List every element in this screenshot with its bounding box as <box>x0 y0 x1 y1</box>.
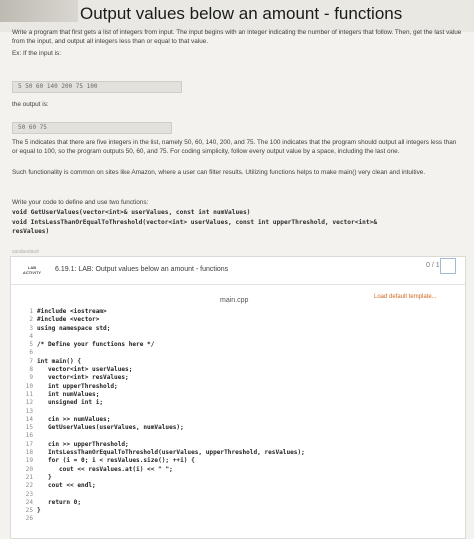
code-line[interactable]: 21 } <box>22 474 462 482</box>
code-text: cin >> numValues; <box>37 415 111 423</box>
code-text: int upperThreshold; <box>37 382 118 390</box>
line-number: 19 <box>25 457 33 465</box>
score-box <box>440 258 456 274</box>
line-number: 15 <box>25 424 33 432</box>
line-number: 3 <box>29 324 33 332</box>
code-line[interactable]: 16 <box>22 432 462 440</box>
code-line[interactable]: 24 return 0; <box>22 499 462 507</box>
code-text: cin >> upperThreshold; <box>37 440 129 448</box>
line-number: 24 <box>25 498 33 506</box>
code-line[interactable]: 7 int main() { <box>22 358 462 366</box>
code-line[interactable]: 20 cout << resValues.at(i) << " "; <box>22 466 462 474</box>
line-number: 26 <box>25 515 33 523</box>
line-number: 17 <box>25 440 33 448</box>
code-line[interactable]: 2 #include <vector> <box>22 316 462 324</box>
intro-paragraph: Write a program that first gets a list o… <box>12 29 462 45</box>
faint-note: sasdasdasd <box>12 249 39 255</box>
lab-divider <box>11 284 465 285</box>
example-label: Ex: If the input is: <box>12 50 62 57</box>
line-number: 8 <box>29 366 33 374</box>
code-line[interactable]: 25} <box>22 507 462 515</box>
code-line[interactable]: 26 <box>22 515 462 523</box>
output-label: the output is: <box>12 101 49 108</box>
code-line[interactable]: 3 using namespace std; <box>22 325 462 333</box>
line-number: 25 <box>25 507 33 515</box>
line-number: 6 <box>29 349 33 357</box>
code-text: using namespace std; <box>37 324 111 332</box>
code-text: /* Define your functions here */ <box>37 341 155 349</box>
code-text: for (i = 0; i < resValues.size(); ++i) { <box>37 457 195 465</box>
code-text: vector<int> resValues; <box>37 374 129 382</box>
line-number: 12 <box>25 399 33 407</box>
example-output-box: 50 60 75 <box>12 122 172 134</box>
code-line[interactable]: 4 <box>22 333 462 341</box>
line-number: 23 <box>25 490 33 498</box>
code-text: } <box>37 507 41 515</box>
code-line[interactable]: 23 <box>22 491 462 499</box>
usage-paragraph: Such functionality is common on sites li… <box>12 169 426 176</box>
code-line[interactable]: 13 <box>22 408 462 416</box>
code-line[interactable]: 9 vector<int> resValues; <box>22 374 462 382</box>
line-number: 9 <box>29 374 33 382</box>
code-line[interactable]: 15 GetUserValues(userValues, numValues); <box>22 424 462 432</box>
code-line[interactable]: 19 for (i = 0; i < resValues.size(); ++i… <box>22 457 462 465</box>
function-signature-1: void GetUserValues(vector<int>& userValu… <box>12 209 251 216</box>
line-number: 11 <box>25 390 33 398</box>
lab-title: 6.19.1: LAB: Output values below an amou… <box>55 266 229 273</box>
function-signature-2-cont: resValues) <box>12 228 50 235</box>
line-number: 1 <box>29 308 33 315</box>
line-number: 5 <box>29 341 33 349</box>
code-text: cout << endl; <box>37 482 96 490</box>
line-number: 13 <box>25 407 33 415</box>
code-line[interactable]: 17 cin >> upperThreshold; <box>22 441 462 449</box>
code-text: GetUserValues(userValues, numValues); <box>37 424 184 432</box>
badge-line-activity: ACTIVITY <box>22 270 42 275</box>
function-signature-2: void IntsLessThanOrEqualToThreshold(vect… <box>12 219 378 226</box>
line-number: 21 <box>25 473 33 481</box>
header-thumbnail <box>0 0 78 22</box>
file-name-tab[interactable]: main.cpp <box>220 297 248 304</box>
code-text: } <box>37 473 52 481</box>
page-title: Output values below an amount - function… <box>80 4 403 23</box>
example-input-box: 5 50 60 140 200 75 100 <box>12 81 182 93</box>
code-line[interactable]: 6 <box>22 349 462 357</box>
line-number: 4 <box>29 332 33 340</box>
line-number: 10 <box>25 382 33 390</box>
code-text: int main() { <box>37 357 82 365</box>
code-text: return 0; <box>37 498 82 506</box>
code-line[interactable]: 12 unsigned int i; <box>22 399 462 407</box>
code-text: #include <vector> <box>37 316 100 324</box>
code-line[interactable]: 5 /* Define your functions here */ <box>22 341 462 349</box>
code-line[interactable]: 10 int upperThreshold; <box>22 383 462 391</box>
line-number: 16 <box>25 432 33 440</box>
load-default-template-link[interactable]: Load default template... <box>374 294 437 300</box>
code-line[interactable]: 14 cin >> numValues; <box>22 416 462 424</box>
code-text: cout << resValues.at(i) << " "; <box>37 465 173 473</box>
line-number: 7 <box>29 357 33 365</box>
line-number: 18 <box>25 449 33 457</box>
code-line[interactable]: 22 cout << endl; <box>22 482 462 490</box>
lab-activity-badge: LAB ACTIVITY <box>18 262 46 280</box>
explanation-paragraph: The 5 indicates that there are five inte… <box>12 139 457 155</box>
line-number: 22 <box>25 482 33 490</box>
code-editor[interactable]: 1 #include <iostream> 2 #include <vector> 3 u… <box>22 308 462 536</box>
line-number: 2 <box>29 316 33 324</box>
line-number: 20 <box>25 465 33 473</box>
instructions-paragraph: Write your code to define and use two fu… <box>12 199 149 206</box>
code-text: unsigned int i; <box>37 399 104 407</box>
line-number: 14 <box>25 415 33 423</box>
